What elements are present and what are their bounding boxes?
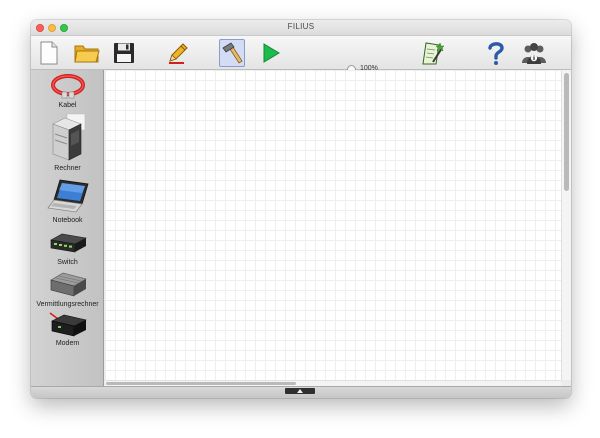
toolbar: 100%	[31, 36, 571, 74]
save-button[interactable]	[111, 39, 137, 67]
palette-item-switch[interactable]: Switch	[31, 230, 104, 266]
chevron-up-icon	[297, 389, 303, 393]
switch-icon	[49, 233, 87, 253]
question-mark-icon	[488, 42, 504, 65]
new-file-icon	[40, 41, 58, 65]
palette-item-computer[interactable]: Rechner	[31, 112, 104, 172]
play-icon	[263, 43, 280, 63]
window-title: FILIUS	[287, 22, 315, 31]
palette-label-switch: Switch	[57, 259, 78, 266]
title-bar[interactable]: FILIUS	[31, 20, 571, 36]
palette-item-router[interactable]: Vermittlungsrechner	[31, 270, 104, 308]
network-design-canvas[interactable]	[105, 70, 561, 380]
new-file-button[interactable]	[36, 39, 62, 67]
vertical-scrollbar[interactable]	[561, 70, 571, 380]
documentation-button[interactable]	[419, 39, 445, 67]
palette-item-modem[interactable]: Modem	[31, 309, 104, 347]
router-icon	[49, 272, 87, 297]
floppy-disk-icon	[114, 43, 134, 63]
palette-label-cable: Kabel	[58, 102, 77, 109]
help-button[interactable]	[483, 39, 509, 67]
hammer-icon	[222, 42, 243, 64]
filius-window: FILIUS 100% Kabel Rechner Notebook Switc…	[31, 20, 571, 398]
palette-item-cable[interactable]: Kabel	[31, 73, 104, 109]
expand-panel-button[interactable]	[285, 388, 315, 394]
build-mode-button[interactable]	[219, 39, 245, 67]
users-info-icon	[522, 43, 546, 64]
palette-label-computer: Rechner	[54, 165, 81, 172]
simulation-mode-button[interactable]	[258, 39, 284, 67]
folder-icon	[74, 45, 100, 63]
palette-label-router: Vermittlungsrechner	[36, 301, 99, 308]
modem-icon	[49, 312, 87, 337]
design-mode-button[interactable]	[165, 39, 191, 67]
component-palette: Kabel Rechner Notebook Switch Vermittlun…	[31, 70, 104, 386]
open-folder-button[interactable]	[74, 39, 100, 67]
computer-icon	[51, 113, 85, 161]
palette-label-modem: Modem	[55, 340, 80, 347]
cable-icon	[50, 74, 85, 99]
horizontal-scrollbar-thumb[interactable]	[106, 382, 296, 385]
palette-item-notebook[interactable]: Notebook	[31, 178, 104, 224]
notebook-icon	[46, 179, 89, 213]
pencil-icon	[169, 43, 188, 64]
info-button[interactable]	[521, 39, 547, 67]
bottom-panel-bar	[31, 386, 571, 398]
wizard-icon	[422, 42, 445, 65]
vertical-scrollbar-thumb[interactable]	[564, 73, 569, 191]
palette-label-notebook: Notebook	[52, 217, 83, 224]
